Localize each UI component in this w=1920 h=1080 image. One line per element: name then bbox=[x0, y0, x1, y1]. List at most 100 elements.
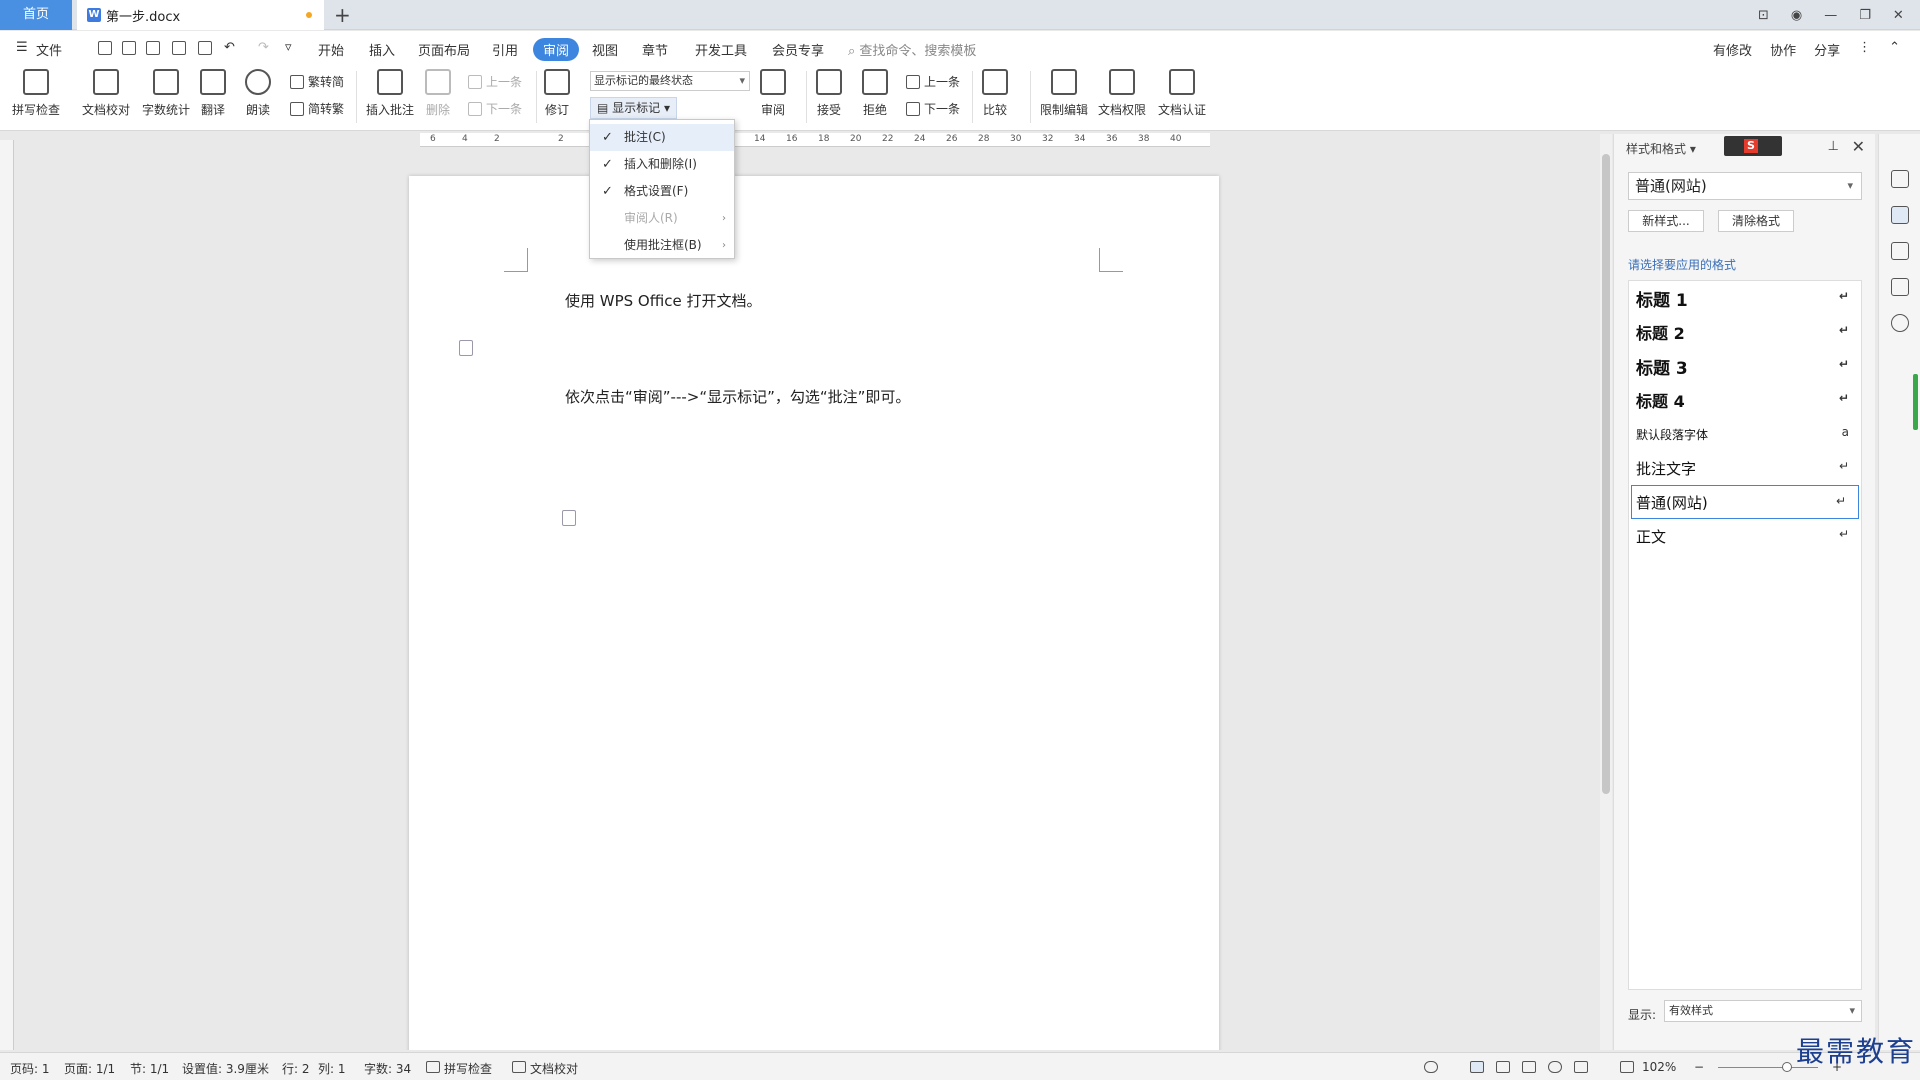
help-icon[interactable] bbox=[1891, 314, 1909, 332]
new-style-button[interactable]: 新样式... bbox=[1628, 210, 1704, 232]
style-item-heading-4[interactable]: 标题 4 ↵ bbox=[1629, 383, 1861, 417]
zoom-level[interactable]: 102% bbox=[1642, 1060, 1676, 1074]
document-page[interactable]: 使用 WPS Office 打开文档。 依次点击“审阅”--->“显示标记”，勾… bbox=[409, 176, 1219, 1050]
styles-panel-title[interactable]: 样式和格式 ▾ bbox=[1626, 140, 1696, 157]
page-view-icon[interactable] bbox=[1470, 1061, 1484, 1073]
wordcount-button[interactable]: 字数统计 bbox=[142, 69, 190, 118]
spellcheck-button[interactable]: 拼写检查 bbox=[12, 69, 60, 118]
style-item-body[interactable]: 正文 ↵ bbox=[1629, 519, 1861, 553]
menu-item-formatting[interactable]: ✓ 格式设置(F) bbox=[590, 178, 734, 205]
revise-button[interactable]: 修订 bbox=[544, 69, 570, 118]
show-styles-select[interactable]: 有效样式 bbox=[1664, 1000, 1862, 1022]
status-proofread[interactable]: 文档校对 bbox=[530, 1060, 578, 1077]
layout-icon[interactable]: ⊡ bbox=[1758, 8, 1769, 23]
quick-access-dropdown-icon[interactable]: ▿ bbox=[285, 40, 292, 55]
status-pages[interactable]: 页面: 1/1 bbox=[64, 1060, 115, 1077]
menu-references[interactable]: 引用 bbox=[492, 40, 518, 59]
menu-developer[interactable]: 开发工具 bbox=[695, 40, 747, 59]
comment-hint-icon[interactable] bbox=[459, 340, 473, 356]
close-icon[interactable]: ✕ bbox=[1893, 8, 1904, 23]
status-page[interactable]: 页码: 1 bbox=[10, 1060, 50, 1077]
print-preview-icon[interactable] bbox=[198, 41, 212, 55]
menu-page-layout[interactable]: 页面布局 bbox=[418, 40, 470, 59]
document-tab[interactable]: W 第一步.docx bbox=[77, 0, 324, 30]
simp-to-trad-button[interactable]: 简转繁 bbox=[290, 100, 344, 117]
document-paragraph[interactable]: 使用 WPS Office 打开文档。 bbox=[565, 290, 762, 311]
rocket-icon[interactable] bbox=[1891, 170, 1909, 188]
status-spellcheck[interactable]: 拼写检查 bbox=[444, 1060, 492, 1077]
read-aloud-button[interactable]: 朗读 bbox=[245, 69, 271, 118]
minimize-icon[interactable]: — bbox=[1824, 8, 1837, 23]
delete-comment-button[interactable]: 删除 bbox=[425, 69, 451, 118]
style-item-default-font[interactable]: 默认段落字体 a bbox=[1629, 417, 1861, 451]
style-item-comment-text[interactable]: 批注文字 ↵ bbox=[1629, 451, 1861, 485]
clear-format-button[interactable]: 清除格式 bbox=[1718, 210, 1794, 232]
prev-comment-button[interactable]: 上一条 bbox=[468, 73, 522, 90]
current-style-select[interactable]: 普通(网站) bbox=[1628, 172, 1862, 200]
modified-link[interactable]: 有修改 bbox=[1713, 40, 1752, 59]
menu-start[interactable]: 开始 bbox=[318, 40, 344, 59]
status-wordcount[interactable]: 字数: 34 bbox=[364, 1060, 411, 1077]
reading-view-icon[interactable] bbox=[1522, 1061, 1536, 1073]
collaborate-link[interactable]: 协作 bbox=[1770, 40, 1796, 59]
scrollbar-thumb[interactable] bbox=[1602, 154, 1610, 794]
horizontal-ruler[interactable]: 6 4 2 2 14 16 18 20 22 24 26 28 30 32 34… bbox=[420, 133, 1210, 147]
accept-button[interactable]: 接受 bbox=[816, 69, 842, 118]
restore-icon[interactable]: ❐ bbox=[1859, 8, 1871, 23]
vertical-ruler[interactable] bbox=[0, 140, 14, 1050]
insert-comment-button[interactable]: 插入批注 bbox=[366, 69, 414, 118]
hamburger-icon[interactable]: ☰ bbox=[16, 40, 28, 55]
menu-review[interactable]: 审阅 bbox=[533, 38, 580, 61]
next-change-button[interactable]: 下一条 bbox=[906, 100, 960, 117]
next-comment-button[interactable]: 下一条 bbox=[468, 100, 522, 117]
style-item-heading-1[interactable]: 标题 1 ↵ bbox=[1629, 281, 1861, 315]
doc-certify-button[interactable]: 文档认证 bbox=[1158, 69, 1206, 118]
status-row[interactable]: 行: 2 bbox=[282, 1060, 310, 1077]
share-link[interactable]: 分享 bbox=[1814, 40, 1840, 59]
more-icon[interactable]: ⋮ bbox=[1858, 40, 1871, 59]
status-setting[interactable]: 设置值: 3.9厘米 bbox=[182, 1060, 269, 1077]
zoom-slider-handle[interactable] bbox=[1782, 1062, 1792, 1072]
style-item-heading-3[interactable]: 标题 3 ↵ bbox=[1629, 349, 1861, 383]
document-scrollbar[interactable] bbox=[1600, 134, 1612, 1050]
undo-icon[interactable]: ↶ bbox=[224, 40, 235, 55]
trad-to-simp-button[interactable]: 繁转简 bbox=[290, 73, 344, 90]
menu-insert[interactable]: 插入 bbox=[369, 40, 395, 59]
home-tab[interactable]: 首页 bbox=[0, 0, 72, 30]
reject-button[interactable]: 拒绝 bbox=[862, 69, 888, 118]
compare-button[interactable]: 比较 bbox=[982, 69, 1008, 118]
print-icon[interactable] bbox=[172, 41, 186, 55]
format-painter-icon[interactable] bbox=[146, 41, 160, 55]
menu-member[interactable]: 会员专享 bbox=[772, 40, 824, 59]
new-tab-button[interactable]: + bbox=[334, 3, 351, 27]
fit-page-icon[interactable] bbox=[1620, 1061, 1634, 1073]
pin-icon[interactable]: ⊥ bbox=[1828, 139, 1839, 154]
document-paragraph[interactable]: 依次点击“审阅”--->“显示标记”，勾选“批注”即可。 bbox=[565, 386, 910, 407]
pen-icon[interactable] bbox=[1891, 206, 1909, 224]
web-view-icon[interactable] bbox=[1548, 1061, 1562, 1073]
menu-view[interactable]: 视图 bbox=[592, 40, 618, 59]
doc-permission-button[interactable]: 文档权限 bbox=[1098, 69, 1146, 118]
input-method-bar[interactable]: S bbox=[1724, 136, 1782, 156]
save-icon[interactable] bbox=[122, 41, 136, 55]
zoom-out-icon[interactable]: − bbox=[1694, 1060, 1704, 1074]
style-item-heading-2[interactable]: 标题 2 ↵ bbox=[1629, 315, 1861, 349]
style-item-normal-web[interactable]: 普通(网站) ↵ bbox=[1631, 485, 1859, 519]
redo-icon[interactable]: ↷ bbox=[258, 40, 269, 55]
review-pane-button[interactable]: 审阅 bbox=[760, 69, 786, 118]
outline-view-icon[interactable] bbox=[1496, 1061, 1510, 1073]
status-col[interactable]: 列: 1 bbox=[318, 1060, 346, 1077]
show-markup-button[interactable]: ▤ 显示标记 ▾ bbox=[590, 97, 678, 119]
restrict-edit-button[interactable]: 限制编辑 bbox=[1040, 69, 1088, 118]
close-panel-icon[interactable]: ✕ bbox=[1852, 137, 1865, 156]
translate-button[interactable]: 翻译 bbox=[200, 69, 226, 118]
menu-item-reviewers[interactable]: 审阅人(R) › bbox=[590, 205, 734, 232]
menu-file[interactable]: 文件 bbox=[36, 40, 62, 59]
collapse-ribbon-icon[interactable]: ⌃ bbox=[1889, 40, 1900, 59]
command-search[interactable]: ⌕ 查找命令、搜索模板 bbox=[848, 40, 976, 59]
menu-item-insert-delete[interactable]: ✓ 插入和删除(I) bbox=[590, 151, 734, 178]
menu-item-balloons[interactable]: 使用批注框(B) › bbox=[590, 232, 734, 259]
pen-mode-icon[interactable] bbox=[1574, 1061, 1588, 1073]
proofread-button[interactable]: 文档校对 bbox=[82, 69, 130, 118]
avatar[interactable]: ◉ bbox=[1791, 8, 1802, 23]
